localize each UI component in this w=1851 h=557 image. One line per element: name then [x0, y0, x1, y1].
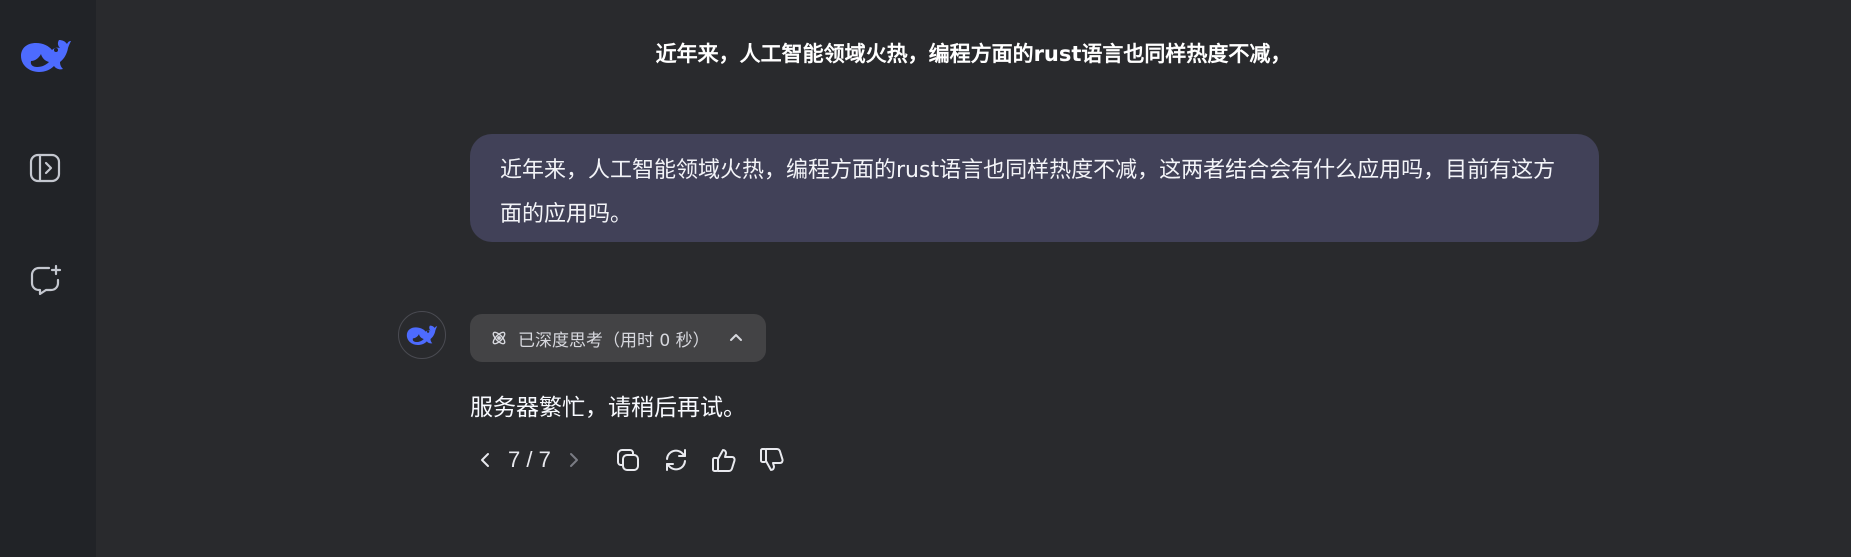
sidebar-open-icon[interactable] [26, 149, 64, 187]
chat-area: 近年来，人工智能领域火热，编程方面的rust语言也同样热度不减， 近年来，人工智… [96, 0, 1851, 557]
message-actions: 7 / 7 [470, 440, 793, 480]
new-chat-icon[interactable] [26, 261, 64, 299]
copy-icon[interactable] [607, 440, 649, 480]
thumbs-up-icon[interactable] [703, 440, 745, 480]
atom-icon [490, 329, 508, 347]
previous-response-button[interactable] [470, 440, 500, 480]
deepseek-logo-icon[interactable] [18, 33, 74, 78]
chat-title: 近年来，人工智能领域火热，编程方面的rust语言也同样热度不减， [655, 42, 1292, 66]
thumbs-down-icon[interactable] [751, 440, 793, 480]
assistant-avatar-icon [398, 311, 446, 359]
assistant-answer: 服务器繁忙，请稍后再试。 [470, 395, 746, 421]
thinking-label: 已深度思考（用时 0 秒） [518, 330, 710, 351]
regenerate-icon[interactable] [655, 440, 697, 480]
next-response-button[interactable] [559, 440, 589, 480]
user-message-bubble: 近年来，人工智能领域火热，编程方面的rust语言也同样热度不减，这两者结合会有什… [470, 134, 1599, 242]
thinking-toggle-button[interactable]: 已深度思考（用时 0 秒） [470, 314, 766, 362]
response-pager: 7 / 7 [508, 447, 551, 472]
sidebar [0, 0, 96, 557]
chevron-up-icon [728, 330, 744, 346]
